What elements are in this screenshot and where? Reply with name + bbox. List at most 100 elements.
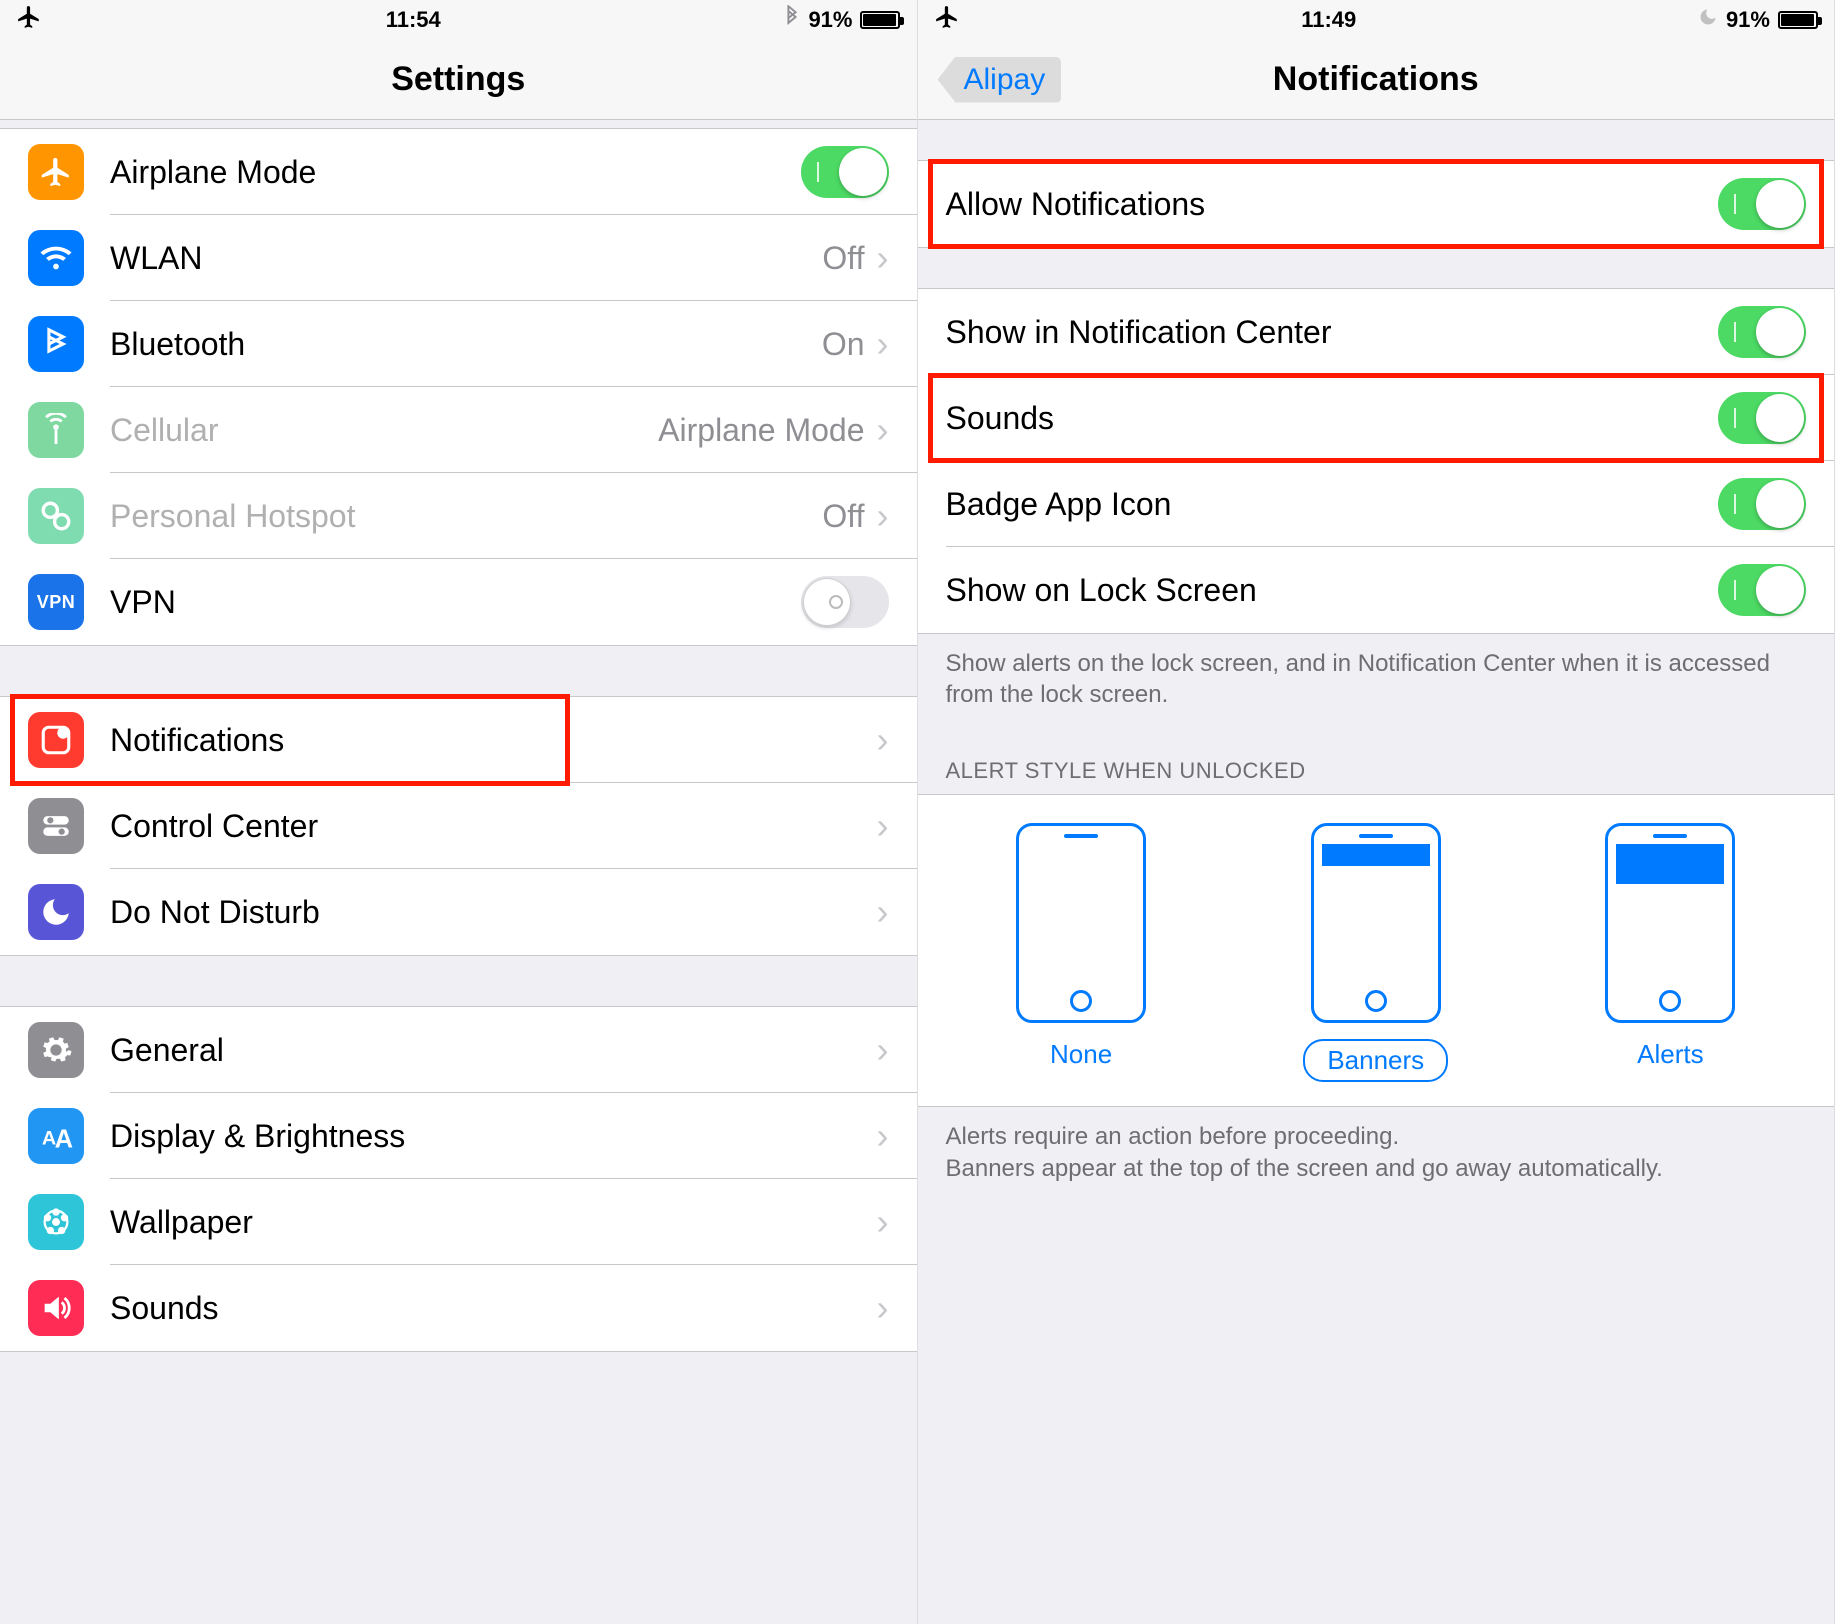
settings-group-notifications: Notifications›Control Center›Do Not Dist… — [0, 696, 917, 956]
chevron-right-icon: › — [877, 495, 889, 537]
row-value: Off — [822, 240, 864, 277]
chevron-right-icon: › — [877, 409, 889, 451]
chevron-right-icon: › — [877, 1201, 889, 1243]
chevron-right-icon: › — [877, 805, 889, 847]
row-label: Control Center — [110, 808, 318, 845]
row-value: On — [822, 326, 865, 363]
row-show-on-lock-screen: Show on Lock Screen — [918, 547, 1835, 633]
row-display-brightness[interactable]: AADisplay & Brightness› — [0, 1093, 917, 1179]
phone-preview-icon — [1311, 823, 1441, 1023]
chevron-right-icon: › — [877, 1029, 889, 1071]
row-personal-hotspot[interactable]: Personal Hotspot Off › — [0, 473, 917, 559]
row-wlan[interactable]: WLAN Off › — [0, 215, 917, 301]
row-label: Personal Hotspot — [110, 498, 355, 535]
lock-screen-footer: Show alerts on the lock screen, and in N… — [918, 634, 1835, 732]
alert-style-label: Alerts — [1637, 1039, 1703, 1070]
toggle[interactable] — [801, 146, 889, 198]
back-label: Alipay — [938, 57, 1062, 103]
page-title: Settings — [391, 60, 525, 99]
row-wallpaper[interactable]: Wallpaper › — [0, 1179, 917, 1265]
toggle[interactable] — [1718, 178, 1806, 230]
chevron-right-icon: › — [877, 719, 889, 761]
page-title: Notifications — [1273, 60, 1479, 99]
row-show-in-notification-center: Show in Notification Center — [918, 289, 1835, 375]
notifications-screen: 11:49 91% Alipay Notifications Allow Not… — [918, 0, 1835, 1624]
back-button[interactable]: Alipay — [938, 57, 1062, 103]
display-icon: AA — [28, 1108, 84, 1164]
chevron-right-icon: › — [877, 1115, 889, 1157]
airplane-status-icon — [934, 4, 960, 36]
alert-style-label: None — [1050, 1039, 1112, 1070]
cellular-icon — [28, 402, 84, 458]
alert-style-header: ALERT STYLE WHEN UNLOCKED — [918, 732, 1835, 794]
chevron-right-icon: › — [877, 237, 889, 279]
sounds-icon — [28, 1280, 84, 1336]
control-center-icon — [28, 798, 84, 854]
alert-style-footer: Alerts require an action before proceedi… — [918, 1107, 1835, 1205]
status-bar: 11:54 91% — [0, 0, 917, 40]
row-general[interactable]: General › — [0, 1007, 917, 1093]
row-sounds[interactable]: Sounds› — [0, 1265, 917, 1351]
alert-style-alerts[interactable]: Alerts — [1605, 823, 1735, 1082]
toggle[interactable] — [801, 576, 889, 628]
row-label: Show on Lock Screen — [946, 572, 1257, 609]
row-label: Bluetooth — [110, 326, 245, 363]
toggle[interactable] — [1718, 478, 1806, 530]
battery-pct: 91% — [1726, 7, 1770, 33]
airplane-status-icon — [16, 4, 42, 36]
row-notifications[interactable]: Notifications › — [0, 697, 917, 783]
allow-notifications-group: Allow Notifications — [918, 160, 1835, 248]
nav-header: Alipay Notifications — [918, 40, 1835, 120]
row-label: VPN — [110, 584, 176, 621]
row-bluetooth[interactable]: Bluetooth On › — [0, 301, 917, 387]
toggle[interactable] — [1718, 306, 1806, 358]
bluetooth-icon — [28, 316, 84, 372]
alert-style-label: Banners — [1303, 1039, 1448, 1082]
battery-icon — [860, 11, 900, 29]
row-label: Notifications — [110, 722, 284, 759]
status-time: 11:49 — [1301, 7, 1356, 33]
row-label: WLAN — [110, 240, 202, 277]
battery-pct: 91% — [808, 7, 852, 33]
notification-options-group: Show in Notification Center Sounds Badge A… — [918, 288, 1835, 634]
row-label: Wallpaper — [110, 1204, 253, 1241]
toggle[interactable] — [1718, 564, 1806, 616]
settings-group-connectivity: Airplane ModeWLANOff›BluetoothOn›Cellula… — [0, 128, 917, 646]
row-sounds: Sounds — [918, 375, 1835, 461]
row-value: Off — [822, 498, 864, 535]
row-cellular[interactable]: CellularAirplane Mode› — [0, 387, 917, 473]
row-label: Show in Notification Center — [946, 314, 1332, 351]
moon-status-icon — [1698, 7, 1718, 33]
nav-header: Settings — [0, 40, 917, 120]
chevron-right-icon: › — [877, 323, 889, 365]
alert-style-banners[interactable]: Banners — [1303, 823, 1448, 1082]
highlight-box — [10, 694, 570, 786]
airplane-icon — [28, 144, 84, 200]
bluetooth-status-icon — [784, 5, 800, 35]
toggle[interactable] — [1718, 392, 1806, 444]
wallpaper-icon — [28, 1194, 84, 1250]
alert-style-none[interactable]: None — [1016, 823, 1146, 1082]
row-vpn: VPN VPN — [0, 559, 917, 645]
vpn-icon: VPN — [28, 574, 84, 630]
alert-style-picker: None Banners Alerts — [918, 794, 1835, 1107]
row-badge-app-icon: Badge App Icon — [918, 461, 1835, 547]
general-icon — [28, 1022, 84, 1078]
settings-screen: 11:54 91% Settings Airplane Mode WLAN Off ›… — [0, 0, 918, 1624]
row-label: Sounds — [946, 400, 1055, 437]
chevron-right-icon: › — [877, 1287, 889, 1329]
row-label: Do Not Disturb — [110, 894, 320, 931]
chevron-right-icon: › — [877, 891, 889, 933]
notifications-icon — [28, 712, 84, 768]
status-bar: 11:49 91% — [918, 0, 1835, 40]
settings-group-general: General›AADisplay & Brightness›Wallpaper… — [0, 1006, 917, 1352]
highlight-box — [928, 373, 1825, 463]
row-do-not-disturb[interactable]: Do Not Disturb › — [0, 869, 917, 955]
row-allow-notifications: Allow Notifications — [918, 161, 1835, 247]
row-control-center[interactable]: Control Center › — [0, 783, 917, 869]
row-label: General — [110, 1032, 224, 1069]
row-label: Allow Notifications — [946, 186, 1206, 223]
row-airplane-mode: Airplane Mode — [0, 129, 917, 215]
row-label: Airplane Mode — [110, 154, 316, 191]
dnd-icon — [28, 884, 84, 940]
